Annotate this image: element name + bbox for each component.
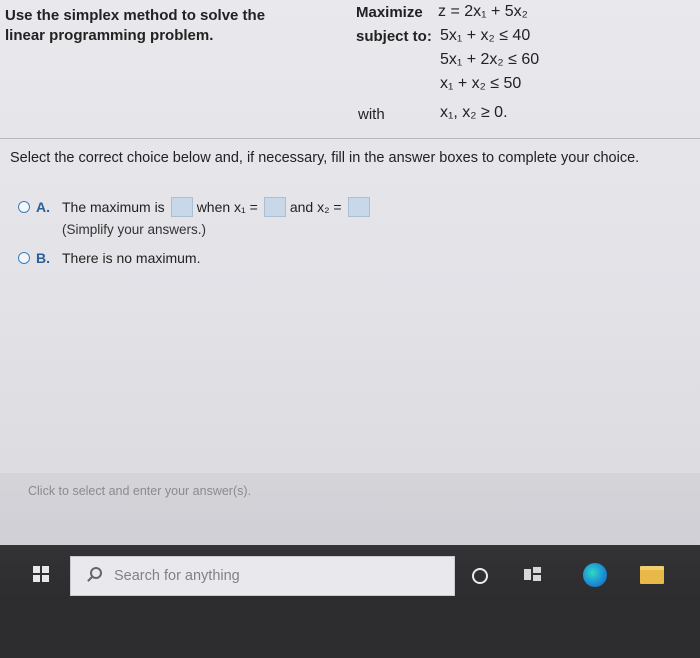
option-b-text: There is no maximum. (62, 250, 201, 266)
file-explorer-icon[interactable] (640, 566, 664, 584)
browser-content-area: Use the simplex method to solve the line… (0, 0, 700, 545)
simplify-hint: (Simplify your answers.) (62, 222, 207, 237)
option-b[interactable]: B. There is no maximum. (18, 250, 202, 266)
option-a-radio[interactable] (18, 201, 30, 213)
option-a-text-2: when x₁ = (196, 199, 258, 215)
search-icon (90, 567, 102, 579)
instruction-text: Use the simplex method to solve the line… (5, 7, 266, 44)
constraint-3: x₁ + x₂ ≤ 50 (440, 75, 522, 92)
constraint-1: 5x₁ + x₂ ≤ 40 (440, 27, 531, 44)
problem-statement: Use the simplex method to solve the line… (0, 0, 700, 138)
cortana-icon[interactable] (472, 568, 488, 584)
monitor-bezel (0, 601, 700, 658)
nonnegativity-constraint: x₁, x₂ ≥ 0. (440, 104, 508, 121)
section-divider (0, 138, 700, 139)
task-view-icon[interactable] (524, 567, 542, 583)
edge-browser-icon[interactable] (583, 563, 607, 587)
windows-start-icon[interactable] (33, 566, 49, 582)
x1-answer-box[interactable] (263, 197, 286, 217)
option-a-text-1: The maximum is (62, 199, 165, 215)
choice-prompt: Select the correct choice below and, if … (10, 150, 640, 166)
subject-to-label: subject to: (356, 28, 432, 45)
maximum-answer-box[interactable] (170, 197, 193, 217)
option-b-radio[interactable] (18, 252, 30, 264)
option-b-letter: B. (36, 250, 50, 266)
maximize-label: Maximize (356, 4, 423, 21)
status-text: Click to select and enter your answer(s)… (28, 484, 252, 498)
option-a[interactable]: A. The maximum is when x₁ = and x₂ = (18, 197, 374, 217)
objective-function: z = 2x₁ + 5x₂ (438, 3, 528, 20)
with-label: with (358, 106, 385, 123)
x2-answer-box[interactable] (347, 197, 370, 217)
option-a-letter: A. (36, 199, 50, 215)
taskbar-search-placeholder: Search for anything (114, 568, 240, 584)
constraint-2: 5x₁ + 2x₂ ≤ 60 (440, 51, 540, 68)
option-a-text-3: and x₂ = (289, 199, 342, 215)
